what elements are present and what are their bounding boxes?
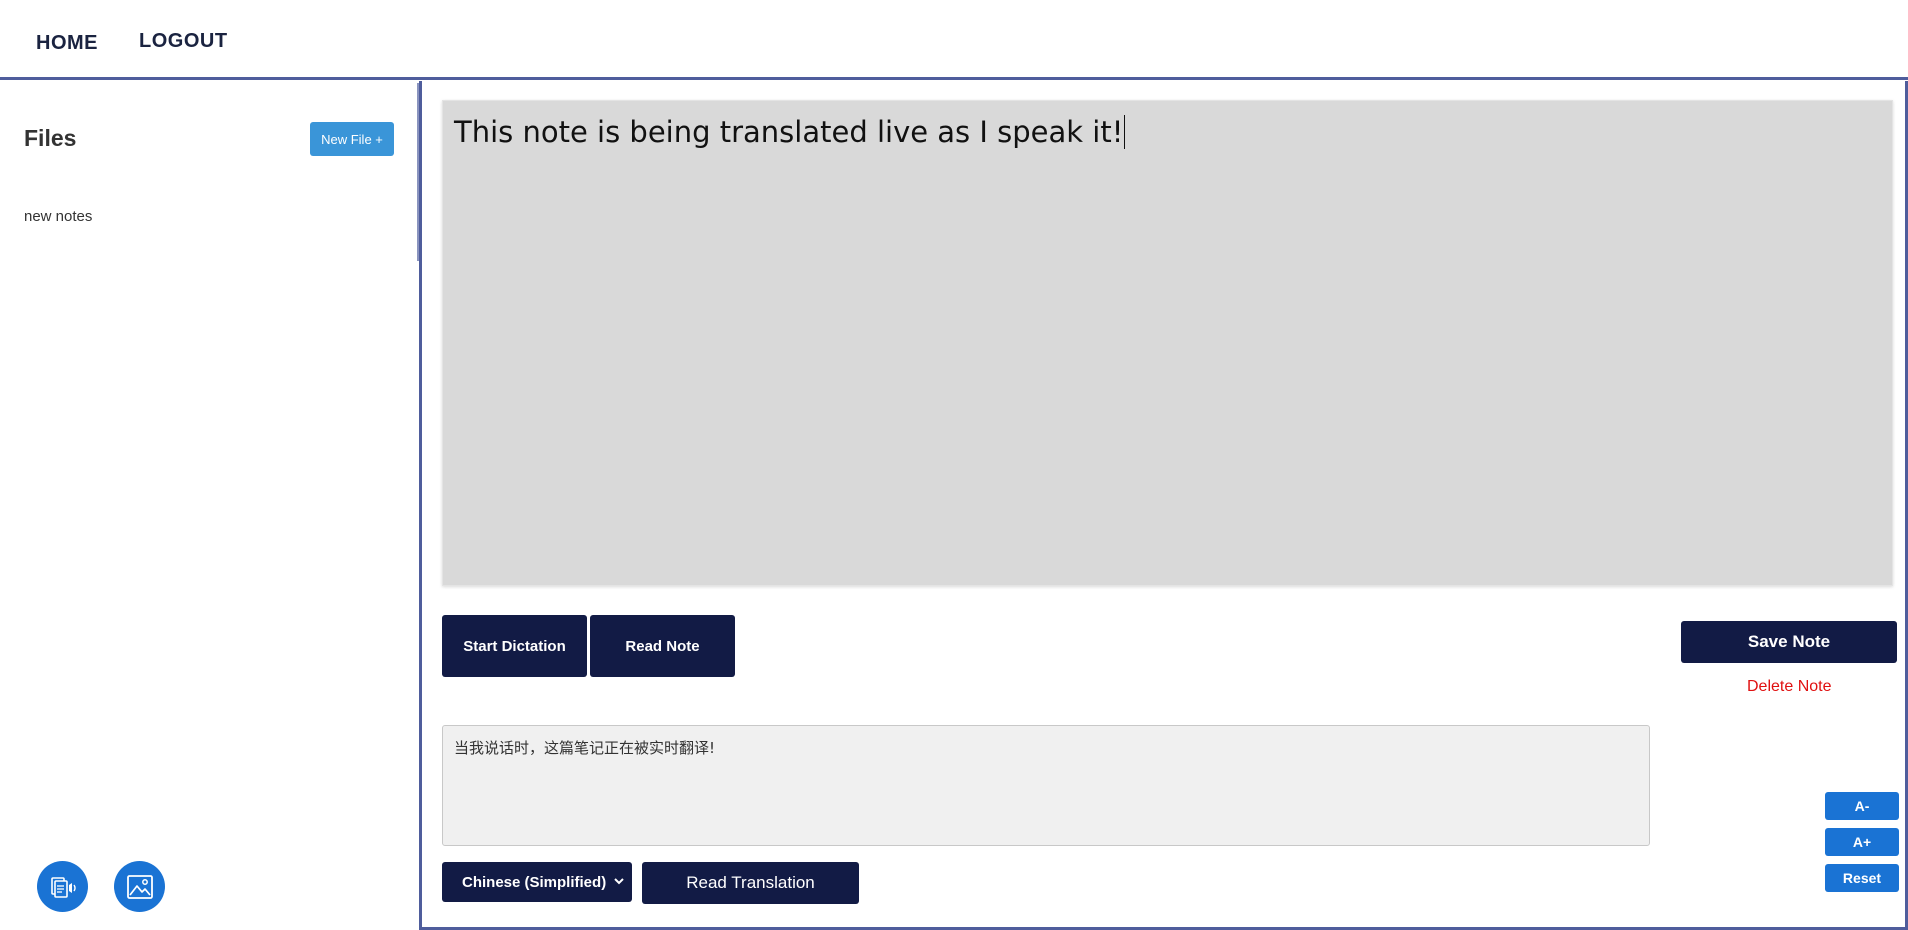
text-to-speech-button[interactable] xyxy=(37,861,88,912)
note-editor[interactable]: This note is being translated live as I … xyxy=(442,100,1893,586)
note-text: This note is being translated live as I … xyxy=(454,115,1124,149)
image-upload-button[interactable] xyxy=(114,861,165,912)
font-decrease-button[interactable]: A- xyxy=(1825,792,1899,820)
save-note-button[interactable]: Save Note xyxy=(1681,621,1897,663)
nav-logout-link[interactable]: LOGOUT xyxy=(139,30,228,53)
top-nav: HOME LOGOUT xyxy=(0,0,1908,80)
new-file-button[interactable]: New File + xyxy=(310,122,394,156)
font-reset-button[interactable]: Reset xyxy=(1825,864,1899,892)
nav-home-link[interactable]: HOME xyxy=(36,32,98,55)
text-to-speech-icon xyxy=(50,876,76,898)
delete-note-link[interactable]: Delete Note xyxy=(1747,678,1832,696)
chevron-down-icon xyxy=(614,878,624,885)
read-translation-button[interactable]: Read Translation xyxy=(642,862,859,904)
translation-text: 当我说话时，这篇笔记正在被实时翻译! xyxy=(454,739,716,757)
image-icon xyxy=(126,874,153,899)
font-increase-button[interactable]: A+ xyxy=(1825,828,1899,856)
file-list-item[interactable]: new notes xyxy=(24,208,92,225)
files-heading: Files xyxy=(24,125,77,151)
translation-output[interactable]: 当我说话时，这篇笔记正在被实时翻译! xyxy=(442,725,1650,846)
read-note-button[interactable]: Read Note xyxy=(590,615,735,677)
language-selected-value: Chinese (Simplified) xyxy=(462,873,607,891)
language-select[interactable]: Chinese (Simplified) xyxy=(442,862,632,902)
text-caret xyxy=(1124,115,1126,149)
start-dictation-button[interactable]: Start Dictation xyxy=(442,615,587,677)
